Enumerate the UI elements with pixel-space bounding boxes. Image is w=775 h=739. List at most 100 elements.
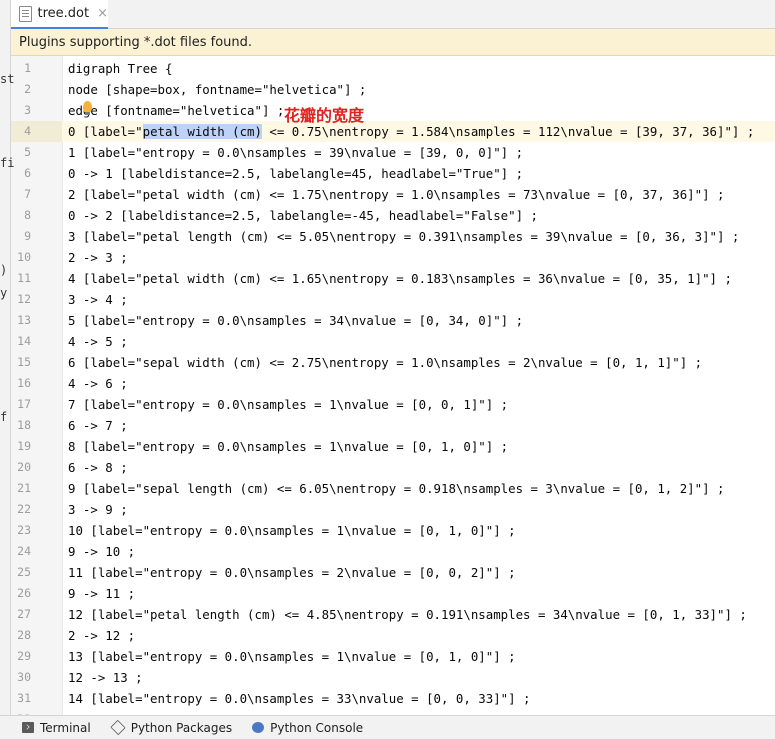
code-line[interactable]: 3 edge [fontname="helvetica"] ; bbox=[10, 100, 775, 121]
terminal-label: Terminal bbox=[40, 720, 91, 735]
line-number-text: 17 bbox=[17, 397, 31, 411]
line-number: 18 bbox=[10, 415, 62, 436]
left-panel-fragment: fi bbox=[0, 156, 15, 170]
code-line[interactable]: 14 4 -> 5 ; bbox=[10, 331, 775, 352]
line-number: 25 bbox=[10, 562, 62, 583]
terminal-icon bbox=[22, 722, 34, 733]
code-text: 12 [label="petal length (cm) <= 4.85\nen… bbox=[68, 604, 747, 625]
code-segment: 0 -> 1 [labeldistance=2.5, labelangle=45… bbox=[68, 166, 524, 181]
line-number: 16 bbox=[10, 373, 62, 394]
code-line[interactable]: 27 12 [label="petal length (cm) <= 4.85\n… bbox=[10, 604, 775, 625]
code-segment: <= 0.75\nentropy = 1.584\nsamples = 112\… bbox=[261, 124, 755, 139]
code-line[interactable]: 15 6 [label="sepal width (cm) <= 2.75\nen… bbox=[10, 352, 775, 373]
python-packages-button[interactable]: Python Packages bbox=[110, 719, 233, 736]
terminal-button[interactable]: Terminal bbox=[22, 721, 91, 735]
code-text: 13 [label="entropy = 0.0\nsamples = 1\nv… bbox=[68, 646, 516, 667]
code-line[interactable]: 9 3 [label="petal length (cm) <= 5.05\nen… bbox=[10, 226, 775, 247]
code-line[interactable]: 10 2 -> 3 ; bbox=[10, 247, 775, 268]
left-panel-fragment: f bbox=[0, 410, 8, 424]
tab-tree-dot[interactable]: tree.dot × bbox=[10, 0, 108, 29]
code-line[interactable]: 24 9 -> 10 ; bbox=[10, 541, 775, 562]
code-text: digraph Tree { bbox=[68, 58, 172, 79]
code-text: 9 -> 11 ; bbox=[68, 583, 135, 604]
bottom-tool-bar: Terminal Python Packages Python Console bbox=[0, 715, 775, 739]
line-number-text: 11 bbox=[17, 271, 31, 285]
code-line[interactable]: 8 0 -> 2 [labeldistance=2.5, labelangle=-… bbox=[10, 205, 775, 226]
code-line[interactable]: 30 12 -> 13 ; bbox=[10, 667, 775, 688]
line-number-text: 3 bbox=[24, 103, 31, 117]
lightbulb-icon[interactable] bbox=[83, 101, 92, 115]
python-packages-label: Python Packages bbox=[130, 720, 233, 735]
code-segment: 3 -> 9 ; bbox=[68, 502, 128, 517]
code-text: 1 [label="entropy = 0.0\nsamples = 39\nv… bbox=[68, 142, 523, 163]
code-line[interactable]: 21 9 [label="sepal length (cm) <= 6.05\ne… bbox=[10, 478, 775, 499]
python-console-button[interactable]: Python Console bbox=[252, 721, 363, 735]
code-segment: edge [fontname="helvetica"] ; bbox=[68, 103, 285, 118]
line-number: 17 bbox=[10, 394, 62, 415]
line-number-text: 12 bbox=[17, 292, 31, 306]
line-number: 11 bbox=[10, 268, 62, 289]
code-segment: 13 [label="entropy = 0.0\nsamples = 1\nv… bbox=[68, 649, 516, 664]
code-text: 0 [label="petal width (cm) <= 0.75\nentr… bbox=[68, 121, 754, 142]
code-line[interactable]: 5 1 [label="entropy = 0.0\nsamples = 39\n… bbox=[10, 142, 775, 163]
plugin-notification-banner: Plugins supporting *.dot files found. bbox=[10, 29, 775, 56]
line-number-text: 15 bbox=[17, 355, 31, 369]
line-number: 12 bbox=[10, 289, 62, 310]
line-number: 15 bbox=[10, 352, 62, 373]
code-segment: 1 [label="entropy = 0.0\nsamples = 39\nv… bbox=[68, 145, 524, 160]
code-text: 6 -> 7 ; bbox=[68, 415, 128, 436]
file-icon bbox=[19, 5, 32, 22]
code-line[interactable]: 6 0 -> 1 [labeldistance=2.5, labelangle=4… bbox=[10, 163, 775, 184]
code-line[interactable]: 16 4 -> 6 ; bbox=[10, 373, 775, 394]
line-number-text: 22 bbox=[17, 502, 31, 516]
code-line[interactable]: 1 digraph Tree { bbox=[10, 58, 775, 79]
line-number: 9 bbox=[10, 226, 62, 247]
code-line[interactable]: 23 10 [label="entropy = 0.0\nsamples = 1\… bbox=[10, 520, 775, 541]
line-number: 29 bbox=[10, 646, 62, 667]
code-segment: 3 -> 4 ; bbox=[68, 292, 128, 307]
code-line[interactable]: 22 3 -> 9 ; bbox=[10, 499, 775, 520]
code-line[interactable]: 11 4 [label="petal width (cm) <= 1.65\nen… bbox=[10, 268, 775, 289]
code-text: 2 -> 3 ; bbox=[68, 247, 128, 268]
code-line[interactable]: 18 6 -> 7 ; bbox=[10, 415, 775, 436]
code-line[interactable]: 20 6 -> 8 ; bbox=[10, 457, 775, 478]
code-editor[interactable]: 1 digraph Tree {2 node [shape=box, fontnam… bbox=[10, 56, 775, 715]
code-text: 4 [label="petal width (cm) <= 1.65\nentr… bbox=[68, 268, 732, 289]
line-number-text: 28 bbox=[17, 628, 31, 642]
left-panel-fragment: ) bbox=[0, 263, 8, 277]
code-segment: digraph Tree { bbox=[68, 61, 173, 76]
code-line[interactable]: 31 14 [label="entropy = 0.0\nsamples = 33… bbox=[10, 688, 775, 709]
line-number: 3 bbox=[10, 100, 62, 121]
code-line[interactable]: 26 9 -> 11 ; bbox=[10, 583, 775, 604]
code-line[interactable]: 13 5 [label="entropy = 0.0\nsamples = 34\… bbox=[10, 310, 775, 331]
code-text: 2 [label="petal width (cm) <= 1.75\nentr… bbox=[68, 184, 724, 205]
line-number-text: 6 bbox=[24, 166, 31, 180]
code-line[interactable]: 12 3 -> 4 ; bbox=[10, 289, 775, 310]
close-icon[interactable]: × bbox=[97, 6, 108, 21]
code-line[interactable]: 29 13 [label="entropy = 0.0\nsamples = 1\… bbox=[10, 646, 775, 667]
code-segment: 7 [label="entropy = 0.0\nsamples = 1\nva… bbox=[68, 397, 509, 412]
line-number: 2 bbox=[10, 79, 62, 100]
code-line[interactable]: 17 7 [label="entropy = 0.0\nsamples = 1\n… bbox=[10, 394, 775, 415]
code-line[interactable]: 28 2 -> 12 ; bbox=[10, 625, 775, 646]
line-number-text: 13 bbox=[17, 313, 31, 327]
code-text: 4 -> 5 ; bbox=[68, 331, 128, 352]
code-segment: 6 -> 8 ; bbox=[68, 460, 128, 475]
code-text: 2 -> 12 ; bbox=[68, 625, 135, 646]
line-number: 5 bbox=[10, 142, 62, 163]
line-number: 28 bbox=[10, 625, 62, 646]
code-text: node [shape=box, fontname="helvetica"] ; bbox=[68, 79, 366, 100]
code-segment: 8 [label="entropy = 0.0\nsamples = 1\nva… bbox=[68, 439, 509, 454]
line-number: 20 bbox=[10, 457, 62, 478]
code-line[interactable]: 19 8 [label="entropy = 0.0\nsamples = 1\n… bbox=[10, 436, 775, 457]
code-text: 3 [label="petal length (cm) <= 5.05\nent… bbox=[68, 226, 739, 247]
line-number: 8 bbox=[10, 205, 62, 226]
code-segment: 2 [label="petal width (cm) <= 1.75\nentr… bbox=[68, 187, 725, 202]
code-line[interactable]: 25 11 [label="entropy = 0.0\nsamples = 2\… bbox=[10, 562, 775, 583]
line-number-text: 30 bbox=[17, 670, 31, 684]
code-line[interactable]: 7 2 [label="petal width (cm) <= 1.75\nent… bbox=[10, 184, 775, 205]
code-line[interactable]: 4 0 [label="petal width (cm) <= 0.75\nent… bbox=[10, 121, 775, 142]
code-line[interactable]: 2 node [shape=box, fontname="helvetica"] … bbox=[10, 79, 775, 100]
line-number-text: 7 bbox=[24, 187, 31, 201]
code-segment: 0 [label=" bbox=[68, 124, 143, 139]
